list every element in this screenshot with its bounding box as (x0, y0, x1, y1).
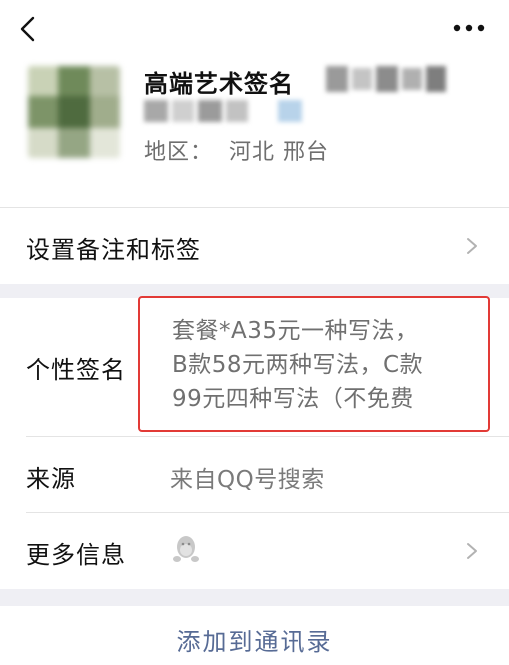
navigation-bar (0, 0, 509, 58)
source-value: 来自QQ号搜索 (170, 467, 325, 493)
back-button[interactable] (14, 14, 44, 44)
more-horizontal-icon (453, 24, 485, 32)
redacted-account (144, 100, 304, 122)
add-to-contacts-label: 添加到通讯录 (176, 628, 333, 656)
remark-and-tags-row[interactable]: 设置备注和标签 (0, 208, 509, 284)
add-to-contacts-button[interactable]: 添加到通讯录 (0, 606, 509, 665)
remark-and-tags-label: 设置备注和标签 (26, 236, 201, 264)
signature-highlight-box: 套餐*A35元一种写法， B款58元两种写法，C款 99元四种写法（不免费 (138, 296, 490, 432)
more-button[interactable] (451, 16, 487, 40)
signature-text: 套餐*A35元一种写法， B款58元两种写法，C款 99元四种写法（不免费 (172, 318, 424, 412)
signature-label: 个性签名 (26, 356, 126, 384)
redacted-id (326, 66, 446, 92)
region: 地区： 河北 邢台 (144, 134, 329, 166)
chevron-right-icon (467, 238, 477, 254)
more-info-row[interactable]: 更多信息 (0, 513, 509, 589)
avatar[interactable] (28, 66, 120, 158)
source-row: 来源 来自QQ号搜索 (0, 437, 509, 511)
region-label: 地区： (144, 140, 214, 165)
source-label: 来源 (26, 465, 76, 493)
section-gap (0, 589, 509, 606)
nickname: 高端艺术签名 (144, 70, 294, 98)
chevron-left-icon (20, 16, 35, 42)
qq-penguin-icon (173, 536, 199, 562)
more-info-label: 更多信息 (26, 541, 126, 569)
chevron-right-icon (467, 543, 477, 559)
region-value: 河北 邢台 (229, 140, 330, 165)
profile-header: 高端艺术签名 地区： 河北 邢台 (0, 58, 509, 208)
